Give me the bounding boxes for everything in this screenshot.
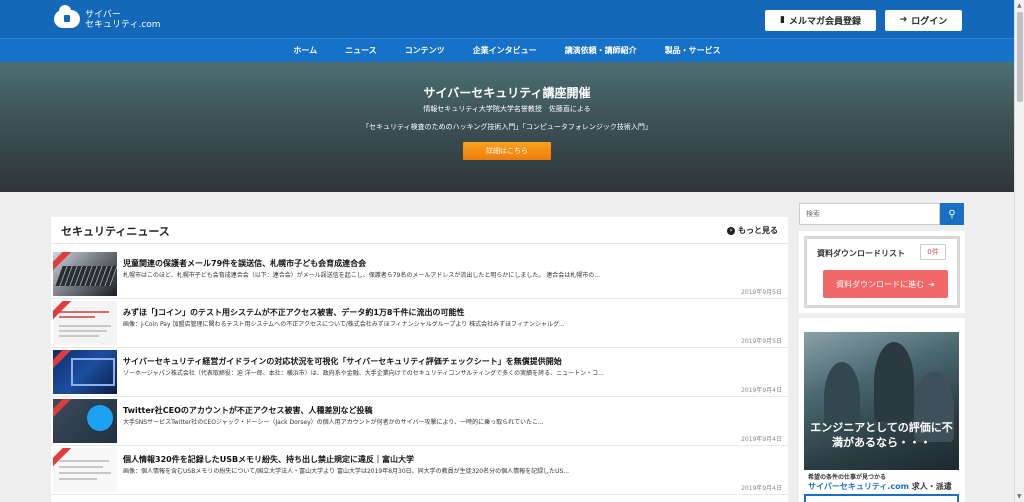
hero-details-button[interactable]: 詳細はこちら [463,142,551,160]
chevron-right-icon: › [727,226,735,235]
scroll-thumb[interactable] [1017,12,1023,102]
news-item-desc: 画像：J-Coin Pay 加盟店管理に関わるテスト用システムへの不正アクセスに… [123,321,565,328]
news-thumbnail [53,301,117,345]
hero-course-titles: 「セキュリティ検査のためのハッキング技術入門」「コンピュータフォレンジック技術入… [362,123,652,131]
news-item-desc: 画像：個人情報を含むUSBメモリの紛失について/国立大学法人・富山大学より 富山… [123,468,570,475]
news-more-link[interactable]: › もっと見る [727,225,778,236]
news-item-date: 2019年9月4日 [741,436,782,443]
site-logo[interactable]: サイバー セキュリティ.com [54,5,164,31]
scroll-down-icon[interactable]: ▼ [1017,493,1022,500]
ad-headline: エンジニアとしての評価に不満があるなら・・・ [810,421,953,449]
news-thumbnail [53,350,117,394]
nav-item-lectures[interactable]: 講演依頼・講師紹介 [551,45,651,56]
news-item-desc: 大手SNSサービスTwitter社のCEOジャック・ドーシー（Jack Dors… [123,419,544,426]
search-button[interactable]: ⚲ [940,203,964,225]
news-item-date: 2019年9月4日 [741,485,782,492]
scroll-up-icon[interactable]: ▲ [1017,2,1022,9]
hero-subtitle: 情報セキュリティ大学院大学名誉教授 佐藤直による [423,105,591,113]
hero-title: サイバーセキュリティ講座開催 [423,86,591,100]
news-item-desc: ゾーホージャパン株式会社（代表取締役：迫 洋一郎、本社：横浜市）は、政府系や金融… [123,370,604,377]
news-section-title: セキュリティニュース [61,225,170,238]
news-item-title[interactable]: 児童関連の保護者メール79件を誤送信、札幌市子ども会育成連合会 [123,258,366,269]
nav-item-home[interactable]: ホーム [279,45,331,56]
news-item[interactable]: サイバーセキュリティ経営ガイドラインの対応状況を可視化「サイバーセキュリティ評価… [51,348,788,397]
news-item-title[interactable]: 個人情報320件を記録したUSBメモリ紛失、持ち出し禁止規定に違反｜富山大学 [123,454,414,465]
nav-item-products[interactable]: 製品・サービス [651,45,735,56]
ad-image: エンジニアとしての評価に不満があるなら・・・ [804,332,959,470]
newsletter-signup-button[interactable]: ▮ メルマガ会員登録 [765,10,876,31]
document-icon: ▮ [780,15,785,25]
nav-item-contents[interactable]: コンテンツ [391,45,459,56]
news-thumbnail [53,399,117,443]
download-list-widget: 資料ダウンロードリスト 0件 資料ダウンロードに進む ➜ [799,231,965,313]
news-item-date: 2019年9月5日 [741,338,782,345]
news-item-title[interactable]: サイバーセキュリティ経営ガイドラインの対応状況を可視化「サイバーセキュリティ評価… [123,356,562,367]
news-header: セキュリティニュース › もっと見る [51,217,788,244]
secondary-ad-banner[interactable] [804,494,959,502]
news-item-title[interactable]: Twitter社CEOのアカウントが不正アクセス被害、人種差別など投稿 [123,405,372,416]
news-thumbnail [53,252,117,296]
search-input[interactable] [799,203,940,225]
login-button[interactable]: ➔ ログイン [885,10,962,31]
job-ad-banner[interactable]: エンジニアとしての評価に不満があるなら・・・ 希望の条件の仕事が見つかる サイバ… [799,318,965,502]
ad-tagline: 希望の条件の仕事が見つかる [808,474,887,481]
hero-banner: サイバーセキュリティ講座開催 情報セキュリティ大学院大学名誉教授 佐藤直による … [0,62,1014,192]
header: サイバー セキュリティ.com ▮ メルマガ会員登録 ➔ ログイン [0,0,1014,38]
arrow-right-icon: ➜ [928,279,935,289]
login-icon: ➔ [899,15,908,25]
search-icon: ⚲ [948,208,956,220]
nav-item-news[interactable]: ニュース [331,45,391,56]
news-item[interactable]: 児童関連の保護者メール79件を誤送信、札幌市子ども会育成連合会 札幌市はこのほど… [51,250,788,299]
news-thumbnail [53,448,117,492]
news-item-desc: 札幌市はこのほど、札幌市子ども会育成連合会（以下：連合会）がメール誤送信を起こし… [123,272,600,279]
download-count: 0件 [920,244,946,260]
sidebar-search: ⚲ [799,203,965,225]
logo-line2: セキュリティ.com [85,20,161,30]
new-badge [53,399,75,421]
download-list-label: 資料ダウンロードリスト [817,249,905,258]
news-item-date: 2019年9月4日 [741,387,782,394]
twitter-bird-icon [87,405,113,431]
page-scrollbar[interactable]: ▲ ▼ [1014,0,1024,502]
ad-brand: サイバーセキュリティ.com 求人・派遣 [808,482,952,491]
news-item[interactable]: みずほ「Jコイン」のテスト用システムが不正アクセス被害、データ約1万8千件に流出… [51,299,788,348]
cloud-lock-icon [54,5,80,28]
news-item-date: 2019年9月5日 [741,289,782,296]
nav-item-interviews[interactable]: 企業インタビュー [459,45,551,56]
main-nav: ホーム ニュース コンテンツ 企業インタビュー 講演依頼・講師紹介 製品・サービ… [0,38,1014,62]
logo-line1: サイバー [85,10,121,20]
news-item[interactable]: Twitter社CEOのアカウントが不正アクセス被害、人種差別など投稿 大手SN… [51,397,788,446]
download-proceed-button[interactable]: 資料ダウンロードに進む ➜ [823,270,948,298]
news-item[interactable]: 個人情報320件を記録したUSBメモリ紛失、持ち出し禁止規定に違反｜富山大学 画… [51,446,788,495]
news-item-title[interactable]: みずほ「Jコイン」のテスト用システムが不正アクセス被害、データ約1万8千件に流出… [123,307,464,318]
security-news-panel: セキュリティニュース › もっと見る 児童関連の保護者メール79件を誤送信、札幌… [51,217,788,502]
